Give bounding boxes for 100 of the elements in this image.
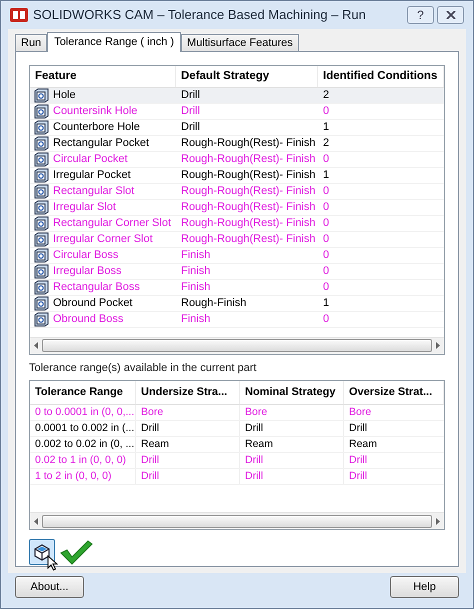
table-cell: Bore — [240, 405, 344, 420]
table-cell: Drill — [136, 469, 240, 484]
feature-icon — [34, 104, 49, 119]
feature-name: Irregular Slot — [53, 200, 116, 215]
table-cell-text: Ream — [348, 437, 378, 452]
table-cell: Drill — [136, 421, 240, 436]
tab[interactable]: Multisurface Features — [181, 34, 299, 51]
table-cell-text: Rough-Rough(Rest)- Finish — [180, 184, 316, 199]
feature-icon — [34, 88, 49, 103]
table-cell-text: Rough-Finish — [180, 296, 248, 311]
feature-name: Rectangular Boss — [53, 280, 140, 295]
feature-name: Irregular Pocket — [53, 168, 131, 183]
column-header[interactable]: Default Strategy — [176, 66, 318, 87]
table-cell: 0.002 to 0.02 in (0, ... — [30, 437, 136, 452]
table-cell: Ream — [240, 437, 344, 452]
table-cell: Drill — [136, 453, 240, 468]
scroll-right-icon[interactable] — [435, 518, 441, 525]
table-cell-text: 0 — [322, 248, 330, 263]
feature-icon — [34, 120, 49, 135]
table-cell: 1 to 2 in (0, 0, 0) — [30, 469, 136, 484]
table-cell-text: Bore — [348, 405, 372, 420]
feature-icon — [34, 136, 49, 151]
app-logo-icon — [10, 8, 28, 22]
horizontal-scrollbar[interactable] — [30, 512, 444, 530]
table-cell-text: Rough-Rough(Rest)- Finish — [180, 168, 316, 183]
help-text-button[interactable]: Help — [390, 576, 459, 598]
column-header[interactable]: Identified Conditions — [318, 66, 444, 87]
table-cell-text: Finish — [180, 312, 212, 327]
feature-icon — [34, 152, 49, 167]
table-cell: Drill — [240, 421, 344, 436]
close-icon — [446, 10, 456, 19]
feature-name: Obround Boss — [53, 312, 124, 327]
feature-icon — [34, 312, 49, 327]
column-header[interactable]: Oversize Strat... — [344, 381, 444, 404]
scroll-left-icon[interactable] — [33, 518, 39, 525]
table-cell-text: 2 — [322, 88, 330, 103]
table-cell-text: 0 — [322, 184, 330, 199]
table-cell: Bore — [136, 405, 240, 420]
tab[interactable]: Tolerance Range ( inch ) — [47, 32, 182, 52]
table-cell: 0.0001 to 0.002 in (... — [30, 421, 136, 436]
scroll-left-icon[interactable] — [33, 342, 39, 350]
table-cell-text: 0 — [322, 152, 330, 167]
feature-name: Countersink Hole — [53, 104, 138, 119]
feature-name: Counterbore Hole — [53, 120, 140, 135]
table-cell-text: Drill — [180, 88, 201, 103]
selected-row[interactable]: Hole Drill 2 — [30, 88, 444, 104]
feature-name: Rectangular Slot — [53, 184, 134, 199]
feature-icon — [34, 184, 49, 199]
table-cell-text: Rough-Rough(Rest)- Finish — [180, 200, 316, 215]
feature-name: Circular Pocket — [53, 152, 128, 167]
table-cell-text: 1 — [322, 296, 330, 311]
feature-name: Irregular Corner Slot — [53, 232, 153, 247]
table-cell: Drill — [240, 469, 344, 484]
feature-icon — [34, 232, 49, 247]
table-cell-text: Finish — [180, 264, 212, 279]
column-header[interactable]: Nominal Strategy — [240, 381, 344, 404]
feature-icon — [34, 216, 49, 231]
feature-icon — [34, 280, 49, 295]
column-header[interactable]: Tolerance Range — [30, 381, 136, 404]
horizontal-scrollbar[interactable] — [30, 336, 444, 354]
feature-icon — [34, 168, 49, 183]
table-cell-text: Drill — [180, 104, 201, 119]
table-cell: Ream — [136, 437, 240, 452]
table-cell: Drill — [240, 453, 344, 468]
table-cell-text: 0 — [322, 280, 330, 295]
cube-icon — [33, 543, 51, 562]
tab[interactable]: Run — [15, 34, 48, 51]
column-header[interactable]: Feature — [30, 66, 176, 87]
table-cell-text: 2 — [322, 136, 330, 151]
table-cell-text: Finish — [180, 248, 212, 263]
feature-icon — [34, 296, 49, 311]
table-cell-text: Rough-Rough(Rest)- Finish — [180, 232, 316, 247]
table-cell-text: Rough-Rough(Rest)- Finish — [180, 152, 316, 167]
window-title: SOLIDWORKS CAM – Tolerance Based Machining – Run — [33, 6, 366, 24]
table-cell-text: Drill — [180, 120, 201, 135]
feature-icon — [34, 248, 49, 263]
close-button[interactable] — [437, 6, 464, 24]
table-cell-text: Drill — [348, 453, 368, 468]
table-cell-text: 1 — [322, 168, 330, 183]
scroll-right-icon[interactable] — [435, 342, 441, 350]
about-button[interactable]: About... — [15, 576, 84, 598]
table-cell-text: 1 — [322, 120, 330, 135]
feature-name: Rectangular Pocket — [53, 136, 149, 151]
feature-name: Rectangular Corner Slot — [53, 216, 172, 231]
table-cell-text: Finish — [180, 280, 212, 295]
table-cell-text: 0 — [322, 232, 330, 247]
table-cell-text: Drill — [348, 469, 368, 484]
feature-name: Obround Pocket — [53, 296, 132, 311]
feature-icon — [34, 200, 49, 215]
table-cell-text: 0 — [322, 104, 330, 119]
table-cell-text: Rough-Rough(Rest)- Finish — [180, 136, 316, 151]
feature-name: Circular Boss — [53, 248, 118, 263]
help-button[interactable]: ? — [407, 6, 434, 24]
feature-icon — [34, 264, 49, 279]
checkmark-icon — [59, 539, 93, 566]
table-cell-text: 0 — [322, 264, 330, 279]
feature-name: Irregular Boss — [53, 264, 122, 279]
table-cell: 0.02 to 1 in (0, 0, 0) — [30, 453, 136, 468]
column-header[interactable]: Undersize Stra... — [136, 381, 240, 404]
table-cell-text: 0 — [322, 200, 330, 215]
